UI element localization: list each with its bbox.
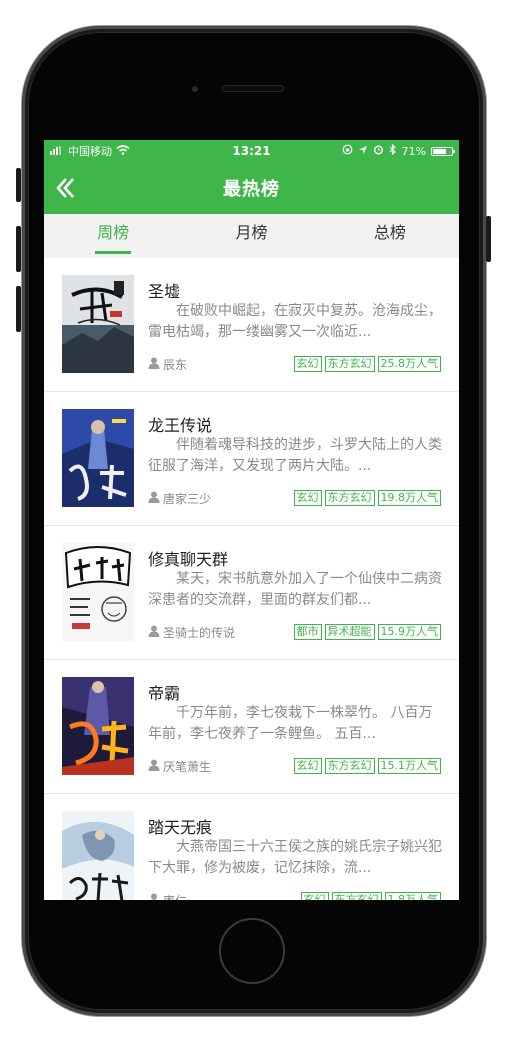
book-description: 伴随着魂导科技的进步，斗罗大陆上的人类征服了海洋，又发现了两片大陆。...	[148, 437, 442, 474]
book-author: 唐家三少	[148, 490, 211, 507]
signal-icon	[50, 145, 64, 158]
power-button	[486, 216, 491, 262]
book-description: 大燕帝国三十六王侯之族的姚氏宗子姚兴犯下大罪，修为被废，记忆抹除，流...	[148, 839, 442, 876]
book-list-item[interactable]: 修真聊天群 某天，宋书航意外加入了一个仙侠中二病资深患者的交流群，里面的群友们都…	[44, 526, 459, 660]
book-list-item[interactable]: 龙王传说 伴随着魂导科技的进步，斗罗大陆上的人类征服了海洋，又发现了两片大陆。.…	[44, 392, 459, 526]
subcategory-tag: 东方玄幻	[324, 356, 375, 372]
person-icon	[148, 625, 160, 640]
status-bar: 中国移动 13:21 71%	[44, 140, 459, 162]
app-screen: 中国移动 13:21 71% 最热榜 周榜 月榜 总榜 圣墟 在破败中崛起，在寂…	[44, 140, 459, 900]
category-tag: 都市	[293, 624, 322, 640]
alarm-icon	[373, 144, 384, 158]
popularity-tag: 25.8万人气	[377, 356, 441, 372]
book-title: 圣墟	[148, 282, 181, 301]
book-cover	[62, 409, 134, 507]
chevron-left-icon	[52, 178, 78, 206]
subcategory-tag: 异术超能	[324, 624, 375, 640]
earpiece-speaker	[222, 85, 284, 92]
author-name: 厌笔萧生	[163, 760, 212, 774]
person-icon	[148, 357, 160, 372]
category-tag: 玄幻	[293, 356, 322, 372]
category-tag: 玄幻	[293, 758, 322, 774]
book-tags: 玄幻 东方玄幻 25.8万人气	[293, 356, 441, 372]
front-camera	[192, 86, 198, 92]
tab-weekly[interactable]: 周榜	[44, 214, 182, 258]
person-icon	[148, 893, 160, 900]
author-name: 圣骑士的传说	[163, 626, 236, 640]
wifi-icon	[116, 144, 130, 158]
book-list-item[interactable]: 踏天无痕 大燕帝国三十六王侯之族的姚氏宗子姚兴犯下大罪，修为被废，记忆抹除，流.…	[44, 794, 459, 900]
book-description: 千万年前，李七夜栽下一株翠竹。 八百万年前，李七夜养了一条鲤鱼。 五百...	[148, 705, 433, 742]
tab-total[interactable]: 总榜	[321, 214, 459, 258]
book-title: 踏天无痕	[148, 818, 213, 837]
book-tags: 玄幻 东方玄幻 15.1万人气	[293, 758, 441, 774]
subcategory-tag: 东方玄幻	[331, 892, 382, 900]
tab-monthly[interactable]: 月榜	[182, 214, 320, 258]
person-icon	[148, 491, 160, 506]
book-author: 圣骑士的传说	[148, 624, 235, 641]
mute-switch	[16, 168, 21, 202]
home-button[interactable]	[219, 918, 285, 984]
book-tags: 都市 异术超能 15.9万人气	[293, 624, 441, 640]
volume-down-button	[16, 286, 21, 332]
book-tags: 玄幻 东方玄幻 19.8万人气	[293, 490, 441, 506]
popularity-tag: 19.8万人气	[377, 490, 441, 506]
author-name: 唐家三少	[163, 492, 212, 506]
location-icon	[358, 145, 368, 158]
back-button[interactable]	[52, 174, 78, 202]
book-list: 圣墟 在破败中崛起，在寂灭中复苏。沧海成尘，雷电枯竭，那一缕幽雾又一次临近...…	[44, 258, 459, 900]
book-list-item[interactable]: 圣墟 在破败中崛起，在寂灭中复苏。沧海成尘，雷电枯竭，那一缕幽雾又一次临近...…	[44, 258, 459, 392]
subcategory-tag: 东方玄幻	[324, 758, 375, 774]
book-author: 枣仁	[148, 892, 187, 900]
author-name: 枣仁	[163, 892, 187, 900]
popularity-tag: 15.9万人气	[377, 624, 441, 640]
popularity-tag: 15.1万人气	[377, 758, 441, 774]
book-title: 修真聊天群	[148, 550, 229, 569]
book-cover	[62, 811, 134, 900]
book-list-item[interactable]: 帝霸 千万年前，李七夜栽下一株翠竹。 八百万年前，李七夜养了一条鲤鱼。 五百..…	[44, 660, 459, 794]
nav-bar: 最热榜	[44, 162, 459, 214]
book-description: 在破败中崛起，在寂灭中复苏。沧海成尘，雷电枯竭，那一缕幽雾又一次临近...	[148, 303, 442, 340]
person-icon	[148, 759, 160, 774]
book-description: 某天，宋书航意外加入了一个仙侠中二病资深患者的交流群，里面的群友们都...	[148, 571, 442, 608]
battery-percent: 71%	[401, 144, 426, 158]
category-tag: 玄幻	[300, 892, 329, 900]
book-tags: 玄幻 东方玄幻 1.8万人气	[300, 892, 441, 900]
subcategory-tag: 东方玄幻	[324, 490, 375, 506]
book-cover	[62, 543, 134, 641]
page-title: 最热榜	[223, 179, 280, 200]
bluetooth-icon	[389, 143, 397, 158]
category-tag: 玄幻	[293, 490, 322, 506]
book-cover	[62, 275, 134, 373]
battery-icon	[431, 146, 455, 156]
ranking-tabs: 周榜 月榜 总榜	[44, 214, 459, 258]
carrier-label: 中国移动	[68, 145, 112, 158]
orientation-lock-icon	[342, 144, 353, 158]
book-title: 帝霸	[148, 684, 181, 703]
author-name: 辰东	[163, 358, 188, 372]
book-author: 辰东	[148, 356, 187, 373]
book-title: 龙王传说	[148, 416, 213, 435]
book-cover	[62, 677, 134, 775]
popularity-tag: 1.8万人气	[384, 892, 441, 900]
volume-up-button	[16, 226, 21, 272]
book-author: 厌笔萧生	[148, 758, 211, 775]
